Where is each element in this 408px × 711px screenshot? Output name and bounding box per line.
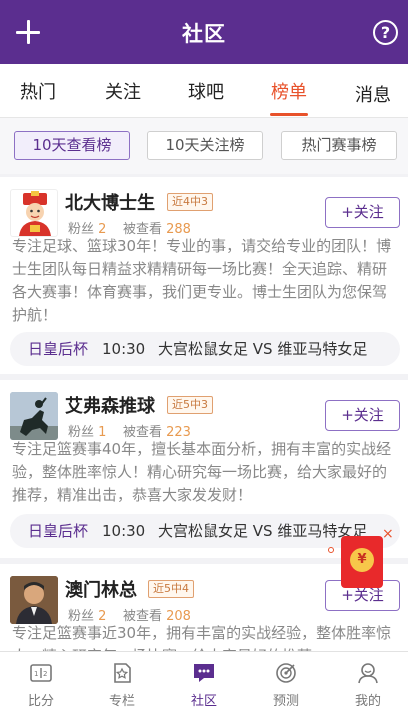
- yen-coin-icon: ¥: [350, 548, 374, 572]
- top-bar: 社区 ?: [0, 0, 408, 64]
- nav-predictions[interactable]: 预测: [245, 652, 327, 711]
- match-row[interactable]: 日皇后杯 10:30 大宫松鼠女足 VS 维亚马特女足: [10, 332, 400, 366]
- rank-badge: 近5中4: [148, 580, 194, 598]
- man-portrait-avatar-icon: [10, 576, 58, 624]
- tab-following[interactable]: 关注: [83, 78, 163, 104]
- match-league: 日皇后杯: [28, 522, 89, 540]
- nav-label: 我的: [354, 694, 381, 709]
- expert-description: 专注足篮赛事40年，擅长基本面分析，拥有丰富的实战经验，整体胜率惊人！精心研究每…: [12, 440, 392, 504]
- target-icon: [276, 663, 296, 683]
- leaderboard-filters: 10天查看榜 10天关注榜 热门赛事榜: [0, 118, 408, 174]
- nav-label: 专栏: [108, 694, 135, 709]
- match-teams: 大宫松鼠女足 VS 维亚马特女足: [158, 340, 368, 358]
- tab-leaderboard[interactable]: 榜单: [249, 78, 329, 104]
- avatar[interactable]: [10, 576, 58, 624]
- star-document-icon: [114, 663, 131, 683]
- rank-badge: 近4中3: [167, 193, 213, 211]
- fortune-god-avatar-icon: [19, 191, 51, 236]
- avatar[interactable]: [10, 392, 58, 440]
- expert-card[interactable]: 北大博士生 近4中3 粉丝 2 被查看 288 +关注 专注足球、篮球30年！专…: [0, 177, 408, 374]
- bottom-navigation: 1 2 比分 专栏 社区 预测 我的: [0, 651, 408, 711]
- question-mark-icon[interactable]: ?: [373, 20, 398, 45]
- svg-text:1: 1: [34, 670, 38, 678]
- red-packet-dot: [328, 547, 334, 553]
- expert-name[interactable]: 澳门林总: [65, 576, 137, 602]
- nav-columns[interactable]: 专栏: [81, 652, 163, 711]
- follow-button[interactable]: +关注: [325, 197, 400, 228]
- nav-label: 比分: [27, 694, 54, 709]
- match-league: 日皇后杯: [28, 340, 89, 358]
- avatar[interactable]: [10, 189, 58, 237]
- profile-icon: [358, 663, 378, 684]
- tab-hot[interactable]: 热门: [0, 78, 78, 104]
- expert-description: 专注足球、篮球30年！专业的事，请交给专业的团队！博士生团队每日精益求精精研每一…: [12, 237, 392, 324]
- tab-messages[interactable]: 消息: [333, 81, 408, 107]
- expert-name[interactable]: 艾弗森推球: [65, 392, 155, 418]
- nav-label: 预测: [272, 694, 299, 709]
- filter-10day-views[interactable]: 10天查看榜: [14, 131, 130, 160]
- close-icon[interactable]: ×: [382, 526, 394, 542]
- nav-scores[interactable]: 1 2 比分: [0, 652, 82, 711]
- expert-card[interactable]: 艾弗森推球 近5中3 粉丝 1 被查看 223 +关注 专注足篮赛事40年，擅长…: [0, 380, 408, 558]
- chat-bubble-icon: [194, 664, 214, 682]
- expert-description: 专注足篮赛事近30年，拥有丰富的实战经验，整体胜率惊人，精心研究每一场比赛，给大…: [12, 624, 392, 651]
- active-tab-indicator: [270, 113, 308, 116]
- nav-label: 社区: [190, 694, 217, 709]
- page-title: 社区: [182, 22, 226, 46]
- expert-name[interactable]: 北大博士生: [65, 189, 155, 215]
- nav-community[interactable]: 社区: [163, 652, 245, 711]
- svg-text:2: 2: [43, 670, 47, 678]
- filter-hot-events[interactable]: 热门赛事榜: [281, 131, 397, 160]
- rider-avatar-icon: [10, 392, 58, 440]
- follow-button[interactable]: +关注: [325, 400, 400, 431]
- match-time: 10:30: [102, 522, 146, 540]
- scoreboard-icon: 1 2: [30, 664, 52, 682]
- rank-badge: 近5中3: [167, 396, 213, 414]
- nav-profile[interactable]: 我的: [327, 652, 408, 711]
- top-tabs: 热门 关注 球吧 榜单 消息: [0, 64, 408, 118]
- filter-10day-follows[interactable]: 10天关注榜: [147, 131, 263, 160]
- match-time: 10:30: [102, 340, 146, 358]
- tab-ball-bar[interactable]: 球吧: [166, 78, 246, 104]
- red-packet-button[interactable]: ¥: [341, 536, 383, 588]
